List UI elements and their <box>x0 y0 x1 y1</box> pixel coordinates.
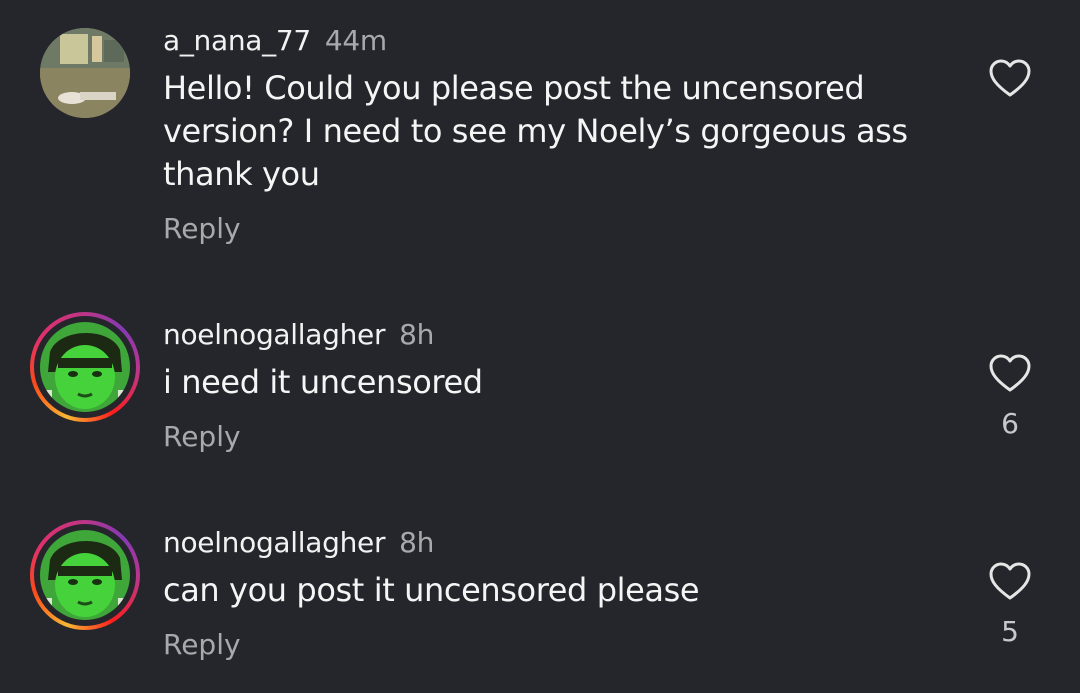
avatar[interactable] <box>40 28 130 118</box>
avatar-container[interactable] <box>40 28 130 118</box>
reply-button[interactable]: Reply <box>163 628 943 662</box>
like-count: 6 <box>1001 407 1019 440</box>
comment-text: Hello! Could you please post the uncenso… <box>163 69 908 193</box>
comment-meta: noelnogallagher 8h <box>163 526 943 560</box>
timestamp: 8h <box>399 318 435 351</box>
like-count: 5 <box>1001 615 1019 648</box>
like-control: 6 <box>988 353 1032 441</box>
heart-icon[interactable] <box>988 58 1032 98</box>
heart-icon[interactable] <box>988 353 1032 393</box>
comment-text: i need it uncensored <box>163 363 483 401</box>
timestamp: 44m <box>324 24 387 57</box>
username[interactable]: noelnogallagher <box>163 318 385 351</box>
comment-meta: noelnogallagher 8h <box>163 318 943 352</box>
comment-text: can you post it uncensored please <box>163 571 700 609</box>
avatar-image <box>40 28 130 118</box>
comment-meta: a_nana_77 44m <box>163 24 943 58</box>
username[interactable]: noelnogallagher <box>163 526 385 559</box>
avatar-container[interactable] <box>30 312 140 422</box>
avatar-container[interactable] <box>30 520 140 630</box>
like-control <box>988 58 1032 112</box>
avatar-image <box>40 530 130 620</box>
heart-icon[interactable] <box>988 561 1032 601</box>
avatar[interactable] <box>40 530 130 620</box>
comments-list: a_nana_77 44m Hello! Could you please pos… <box>0 0 1080 693</box>
avatar[interactable] <box>40 322 130 412</box>
reply-button[interactable]: Reply <box>163 420 943 454</box>
like-control: 5 <box>988 561 1032 649</box>
avatar-image <box>40 322 130 412</box>
username[interactable]: a_nana_77 <box>163 24 311 57</box>
reply-button[interactable]: Reply <box>163 212 943 246</box>
timestamp: 8h <box>399 526 435 559</box>
